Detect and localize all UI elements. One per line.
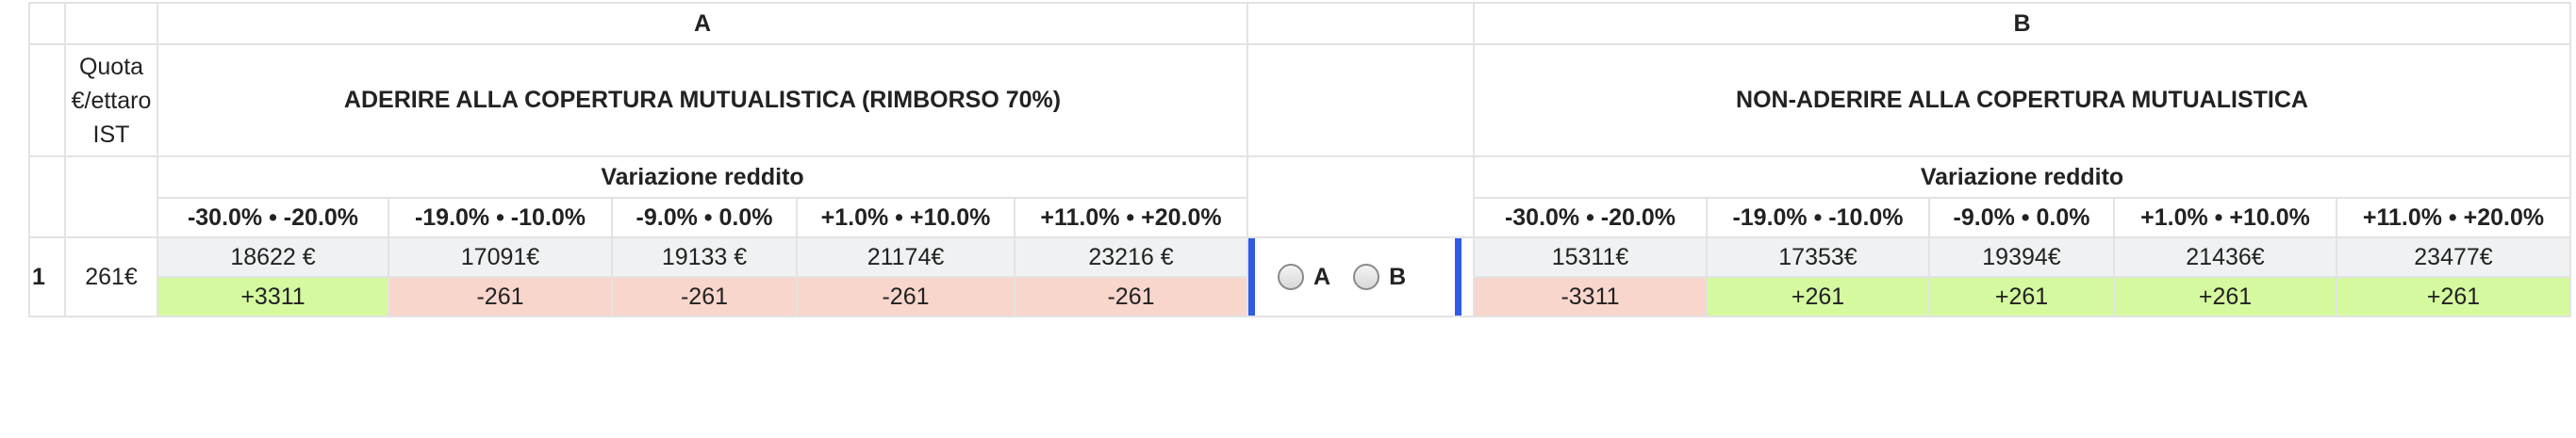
option-a-value: 21174€ xyxy=(796,236,1016,278)
empty-header-cell xyxy=(64,2,158,45)
option-a-value: 19133 € xyxy=(611,236,798,278)
option-b-value: 21436€ xyxy=(2113,236,2337,278)
corner-cell xyxy=(28,2,66,45)
option-b-value: 15311€ xyxy=(1473,236,1708,278)
option-b-value: 19394€ xyxy=(1928,236,2115,278)
option-a-diff: -261 xyxy=(388,276,613,317)
quota-value: 261€ xyxy=(64,236,158,317)
choice-title-cell xyxy=(1247,43,1475,157)
range-header: -30.0% • -20.0% xyxy=(157,197,389,238)
quota-label-line: Quota xyxy=(78,53,144,80)
option-b-diff: +261 xyxy=(2113,276,2337,317)
option-a-value: 17091€ xyxy=(388,236,613,278)
range-header: -19.0% • -10.0% xyxy=(1706,197,1930,238)
row-number: 1 xyxy=(28,236,66,317)
table-row: 1 261€ 18622 € 17091€ 19133 € 21174€ 232… xyxy=(28,236,2571,317)
range-header: -9.0% • 0.0% xyxy=(1928,197,2115,238)
quota-label-line: IST xyxy=(92,121,130,148)
option-b-radio[interactable]: B xyxy=(1353,264,1406,291)
option-a-value: 23216 € xyxy=(1014,236,1248,278)
option-a-radio-label: A xyxy=(1313,263,1331,290)
range-header: -19.0% • -10.0% xyxy=(388,197,613,238)
radio-circle-icon[interactable] xyxy=(1278,264,1304,290)
option-a-diff: -261 xyxy=(796,276,1016,317)
empty-title-cell xyxy=(28,43,66,157)
range-header: -30.0% • -20.0% xyxy=(1473,197,1708,238)
option-b-diff: -3311 xyxy=(1473,276,1708,317)
column-b-header: B xyxy=(1473,2,2571,45)
option-a-diff: -261 xyxy=(1014,276,1248,317)
option-b-diff: +261 xyxy=(2336,276,2571,317)
option-a-title: ADERIRE ALLA COPERTURA MUTUALISTICA (RIM… xyxy=(157,43,1248,157)
choice-highlight-box: A B xyxy=(1249,239,1461,315)
range-header: +11.0% • +20.0% xyxy=(2336,197,2571,238)
range-header: +1.0% • +10.0% xyxy=(796,197,1016,238)
quota-header: Quota €/ettaro IST xyxy=(64,43,158,157)
option-b-variazione-label: Variazione reddito xyxy=(1473,155,2571,199)
choice-var-cell xyxy=(1247,155,1475,238)
range-header: +1.0% • +10.0% xyxy=(2113,197,2337,238)
range-header: -9.0% • 0.0% xyxy=(611,197,798,238)
empty-var-cell xyxy=(28,155,66,238)
quota-label-line: €/ettaro xyxy=(71,87,152,114)
choice-header-cell xyxy=(1247,2,1475,45)
option-a-variazione-label: Variazione reddito xyxy=(157,155,1248,199)
option-b-radio-label: B xyxy=(1389,263,1407,290)
option-b-value: 23477€ xyxy=(2336,236,2571,278)
option-b-title: NON-ADERIRE ALLA COPERTURA MUTUALISTICA xyxy=(1473,43,2571,157)
choice-table: A B Quota €/ettaro IST ADERIRE ALLA COPE… xyxy=(28,2,2571,317)
range-header: +11.0% • +20.0% xyxy=(1014,197,1248,238)
option-a-radio[interactable]: A xyxy=(1278,264,1330,291)
option-a-value: 18622 € xyxy=(157,236,389,278)
column-a-header: A xyxy=(157,2,1248,45)
option-b-diff: +261 xyxy=(1928,276,2115,317)
option-a-diff: +3311 xyxy=(157,276,389,317)
option-b-value: 17353€ xyxy=(1706,236,1930,278)
option-a-diff: -261 xyxy=(611,276,798,317)
empty-var-cell xyxy=(64,155,158,238)
option-b-diff: +261 xyxy=(1706,276,1930,317)
choice-cell: A B xyxy=(1247,236,1475,317)
radio-circle-icon[interactable] xyxy=(1353,264,1380,290)
